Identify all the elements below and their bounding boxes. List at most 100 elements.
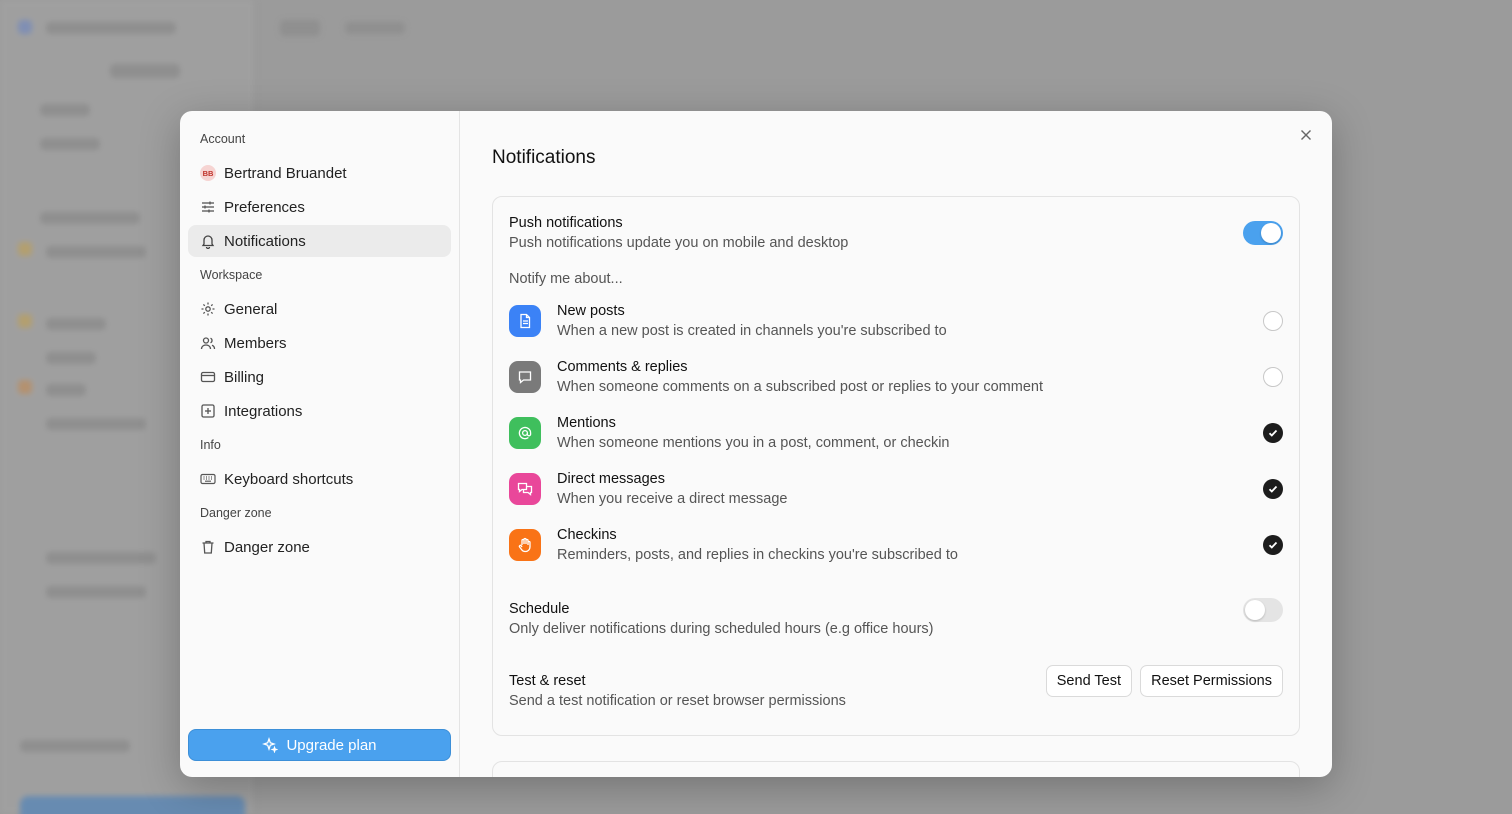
sidebar-item-label: Integrations	[224, 402, 303, 420]
sidebar-item-label: Keyboard shortcuts	[224, 470, 354, 488]
credit-card-icon	[200, 369, 216, 385]
list-item-mentions: Mentions When someone mentions you in a …	[509, 405, 1283, 461]
checkmark-icon	[1268, 429, 1278, 437]
sidebar-item-profile[interactable]: BB Bertrand Bruandet	[188, 157, 451, 189]
section-label-workspace: Workspace	[200, 268, 263, 282]
gear-icon	[200, 301, 216, 317]
settings-main: Notifications Push notifications Push no…	[460, 111, 1332, 777]
background-bar	[46, 552, 156, 564]
notifications-card: Push notifications Push notifications up…	[492, 196, 1300, 736]
notification-description: Reminders, posts, and replies in checkin…	[557, 547, 958, 563]
list-item-comments-replies: Comments & replies When someone comments…	[509, 349, 1283, 405]
upgrade-plan-label: Upgrade plan	[286, 736, 377, 754]
direct-messages-checkbox[interactable]	[1263, 479, 1283, 499]
notification-title: Mentions	[557, 415, 616, 431]
notification-description: When a new post is created in channels y…	[557, 323, 947, 339]
background-dot	[18, 242, 32, 256]
reset-permissions-button[interactable]: Reset Permissions	[1140, 665, 1283, 697]
sidebar-item-label: Members	[224, 334, 287, 352]
push-notifications-toggle[interactable]	[1243, 221, 1283, 245]
page-title: Notifications	[492, 147, 596, 168]
section-label-account: Account	[200, 132, 246, 146]
sidebar-item-label: Preferences	[224, 198, 305, 216]
background-logo	[18, 20, 32, 34]
sidebar-item-label: Notifications	[224, 232, 306, 250]
schedule-title: Schedule	[509, 601, 570, 617]
section-label-info: Info	[200, 438, 221, 452]
keyboard-icon	[200, 471, 216, 487]
send-test-button[interactable]: Send Test	[1045, 665, 1132, 697]
checkmark-icon	[1268, 485, 1278, 493]
notification-title: Direct messages	[557, 471, 665, 487]
document-icon	[509, 305, 541, 337]
push-notifications-row: Push notifications Push notifications up…	[509, 213, 1283, 253]
test-reset-row: Test & reset Send a test notification or…	[509, 665, 1283, 711]
new-posts-checkbox[interactable]	[1263, 311, 1283, 331]
background-dot	[18, 380, 32, 394]
sidebar-item-label: Bertrand Bruandet	[224, 164, 347, 182]
notification-description: When someone comments on a subscribed po…	[557, 379, 1043, 395]
settings-sidebar: Account BB Bertrand Bruandet Preferences…	[180, 111, 460, 777]
sidebar-item-billing[interactable]: Billing	[188, 361, 451, 393]
notify-me-label: Notify me about...	[509, 271, 623, 287]
notification-title: Checkins	[557, 527, 617, 543]
trash-icon	[200, 539, 216, 555]
notification-types-list: New posts When a new post is created in …	[509, 293, 1283, 573]
sidebar-item-members[interactable]: Members	[188, 327, 451, 359]
sidebar-item-label: Danger zone	[224, 538, 310, 556]
at-icon	[509, 417, 541, 449]
notification-title: New posts	[557, 303, 625, 319]
toggle-knob	[1245, 600, 1265, 620]
background-button	[20, 796, 245, 814]
upgrade-plan-button[interactable]: Upgrade plan	[188, 729, 451, 761]
background-bar	[40, 212, 140, 224]
sidebar-item-danger-zone[interactable]: Danger zone	[188, 531, 451, 563]
background-bar	[40, 138, 100, 150]
background-bar	[46, 318, 106, 330]
list-item-checkins: Checkins Reminders, posts, and replies i…	[509, 517, 1283, 573]
sidebar-item-preferences[interactable]: Preferences	[188, 191, 451, 223]
background-bar	[20, 740, 130, 752]
hand-icon	[509, 529, 541, 561]
section-label-danger: Danger zone	[200, 506, 272, 520]
sidebar-item-integrations[interactable]: Integrations	[188, 395, 451, 427]
comment-icon	[509, 361, 541, 393]
sidebar-item-notifications[interactable]: Notifications	[188, 225, 451, 257]
chat-bubbles-icon	[509, 473, 541, 505]
next-settings-card	[492, 761, 1300, 777]
notification-title: Comments & replies	[557, 359, 688, 375]
checkins-checkbox[interactable]	[1263, 535, 1283, 555]
plus-square-icon	[200, 403, 216, 419]
avatar: BB	[200, 165, 216, 181]
background-bar	[280, 20, 320, 36]
background-bar	[110, 64, 180, 78]
background-dot	[18, 314, 32, 328]
background-bar	[46, 418, 146, 430]
checkmark-icon	[1268, 541, 1278, 549]
background-bar	[46, 586, 146, 598]
mentions-checkbox[interactable]	[1263, 423, 1283, 443]
schedule-row: Schedule Only deliver notifications duri…	[509, 598, 1283, 639]
schedule-description: Only deliver notifications during schedu…	[509, 621, 934, 637]
users-icon	[200, 335, 216, 351]
sidebar-item-label: Billing	[224, 368, 265, 386]
list-item-new-posts: New posts When a new post is created in …	[509, 293, 1283, 349]
background-bar	[46, 246, 146, 258]
sliders-icon	[200, 199, 216, 215]
close-icon[interactable]	[1298, 127, 1314, 143]
background-bar	[40, 104, 90, 116]
settings-modal: Account BB Bertrand Bruandet Preferences…	[180, 111, 1332, 777]
background-bar	[46, 22, 176, 34]
background-bar	[345, 22, 405, 34]
sparkles-icon	[262, 737, 279, 753]
sidebar-item-general[interactable]: General	[188, 293, 451, 325]
background-bar	[46, 384, 86, 396]
sidebar-item-keyboard-shortcuts[interactable]: Keyboard shortcuts	[188, 463, 451, 495]
comments-replies-checkbox[interactable]	[1263, 367, 1283, 387]
push-description: Push notifications update you on mobile …	[509, 235, 849, 251]
toggle-knob	[1261, 223, 1281, 243]
schedule-toggle[interactable]	[1243, 598, 1283, 622]
sidebar-item-label: General	[224, 300, 278, 318]
background-bar	[46, 352, 96, 364]
bell-icon	[200, 233, 216, 249]
